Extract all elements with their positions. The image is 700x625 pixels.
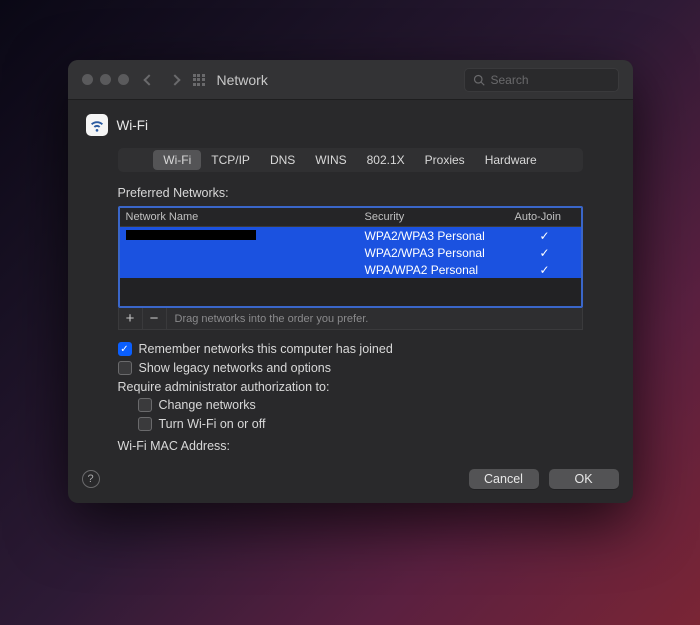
tab-bar: Wi-Fi TCP/IP DNS WINS 802.1X Proxies Har… — [118, 148, 583, 172]
mac-address-row: Wi-Fi MAC Address: — [118, 439, 583, 453]
table-empty-area — [120, 278, 581, 306]
traffic-lights — [82, 74, 129, 85]
change-networks-row[interactable]: Change networks — [138, 398, 583, 412]
column-auto-join[interactable]: Auto-Join — [515, 211, 575, 223]
legacy-networks-checkbox[interactable] — [118, 361, 132, 375]
table-row[interactable]: WPA2/WPA3 Personal ✓ — [120, 227, 581, 244]
forward-button[interactable] — [169, 74, 180, 85]
add-network-button[interactable]: + — [119, 308, 143, 329]
close-window-button[interactable] — [82, 74, 93, 85]
table-row[interactable]: WPA2/WPA3 Personal ✓ — [120, 244, 581, 261]
add-remove-bar: + − Drag networks into the order you pre… — [118, 308, 583, 330]
security-cell: WPA2/WPA3 Personal — [365, 229, 515, 243]
reorder-hint: Drag networks into the order you prefer. — [167, 313, 369, 325]
table-header: Network Name Security Auto-Join — [120, 208, 581, 227]
security-cell: WPA/WPA2 Personal — [365, 263, 515, 277]
search-placeholder: Search — [491, 73, 529, 87]
zoom-window-button[interactable] — [118, 74, 129, 85]
tab-dns[interactable]: DNS — [260, 150, 305, 170]
cancel-button[interactable]: Cancel — [469, 469, 539, 489]
minimize-window-button[interactable] — [100, 74, 111, 85]
show-all-icon[interactable] — [193, 74, 205, 86]
change-networks-label: Change networks — [159, 398, 256, 412]
preferences-window: Network Search Wi-Fi Wi-Fi TCP/IP DNS WI… — [68, 60, 633, 503]
wifi-icon — [86, 114, 108, 136]
autojoin-checkbox[interactable]: ✓ — [539, 263, 549, 277]
autojoin-checkbox[interactable]: ✓ — [539, 246, 549, 260]
main-panel: Preferred Networks: Network Name Securit… — [86, 186, 615, 453]
titlebar: Network Search — [68, 60, 633, 100]
tab-tcpip[interactable]: TCP/IP — [201, 150, 260, 170]
back-button[interactable] — [143, 74, 154, 85]
turn-wifi-checkbox[interactable] — [138, 417, 152, 431]
remember-networks-row[interactable]: ✓ Remember networks this computer has jo… — [118, 342, 583, 356]
column-security[interactable]: Security — [365, 211, 515, 223]
require-admin-label: Require administrator authorization to: — [118, 380, 583, 394]
help-button[interactable]: ? — [82, 470, 100, 488]
options-group: ✓ Remember networks this computer has jo… — [118, 342, 583, 453]
tab-wifi[interactable]: Wi-Fi — [153, 150, 201, 170]
remember-networks-label: Remember networks this computer has join… — [139, 342, 393, 356]
security-cell: WPA2/WPA3 Personal — [365, 246, 515, 260]
tab-proxies[interactable]: Proxies — [415, 150, 475, 170]
table-body: WPA2/WPA3 Personal ✓ WPA2/WPA3 Personal … — [120, 227, 581, 306]
page-title: Wi-Fi — [117, 118, 148, 133]
search-icon — [473, 74, 485, 86]
table-row[interactable]: WPA/WPA2 Personal ✓ — [120, 261, 581, 278]
change-networks-checkbox[interactable] — [138, 398, 152, 412]
remember-networks-checkbox[interactable]: ✓ — [118, 342, 132, 356]
window-title: Network — [217, 72, 464, 88]
turn-wifi-row[interactable]: Turn Wi-Fi on or off — [138, 417, 583, 431]
tab-hardware[interactable]: Hardware — [475, 150, 547, 170]
column-network-name[interactable]: Network Name — [126, 211, 365, 223]
legacy-networks-label: Show legacy networks and options — [139, 361, 331, 375]
footer: ? Cancel OK — [68, 469, 633, 503]
network-name-redacted — [126, 230, 256, 240]
tab-8021x[interactable]: 802.1X — [357, 150, 415, 170]
legacy-networks-row[interactable]: Show legacy networks and options — [118, 361, 583, 375]
preferred-networks-label: Preferred Networks: — [118, 186, 583, 200]
ok-button[interactable]: OK — [549, 469, 619, 489]
content-area: Wi-Fi Wi-Fi TCP/IP DNS WINS 802.1X Proxi… — [68, 100, 633, 469]
search-field[interactable]: Search — [464, 68, 619, 92]
tab-wins[interactable]: WINS — [305, 150, 356, 170]
mac-address-label: Wi-Fi MAC Address: — [118, 439, 231, 453]
autojoin-checkbox[interactable]: ✓ — [539, 229, 549, 243]
nav-buttons — [145, 76, 179, 84]
remove-network-button[interactable]: − — [143, 308, 167, 329]
turn-wifi-label: Turn Wi-Fi on or off — [159, 417, 266, 431]
preferred-networks-table[interactable]: Network Name Security Auto-Join WPA2/WPA… — [118, 206, 583, 308]
page-header: Wi-Fi — [86, 114, 615, 136]
